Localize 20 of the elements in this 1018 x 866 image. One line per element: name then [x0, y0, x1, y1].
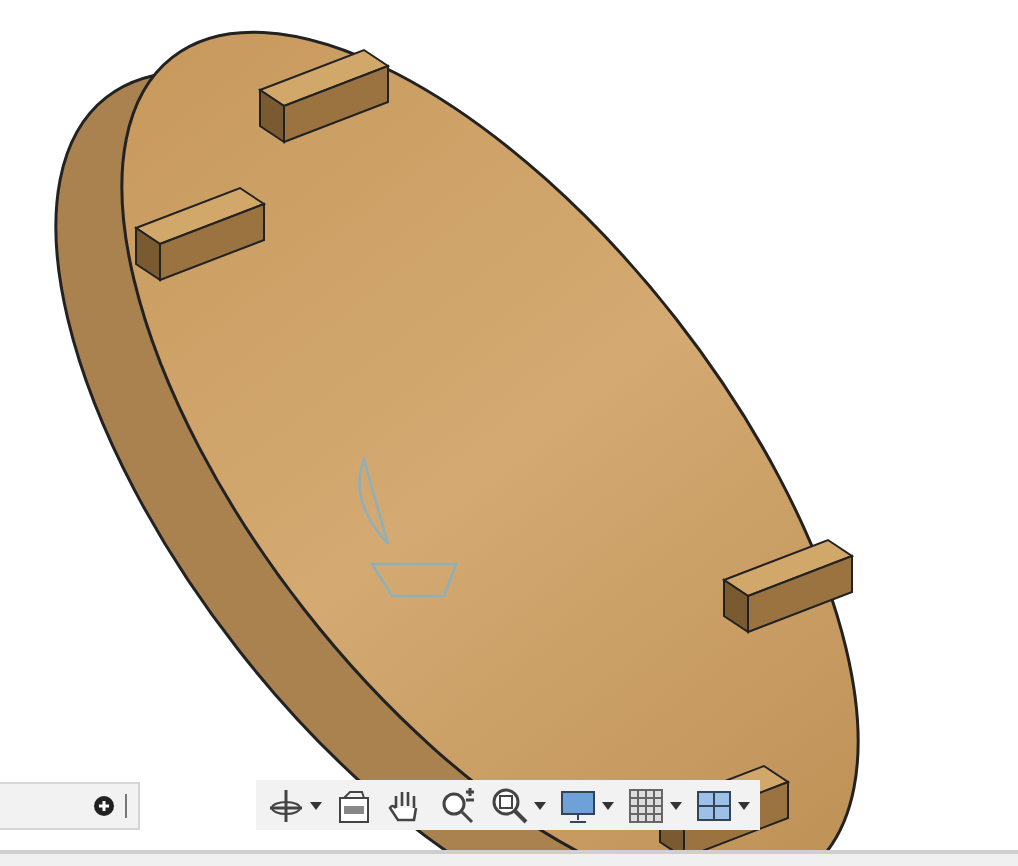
- orbit-icon: [266, 785, 306, 825]
- grid-button[interactable]: [624, 783, 684, 827]
- wooden-block-drawing: [257, 48, 391, 144]
- look-at-icon: [334, 785, 374, 825]
- zoom-fit-icon: [490, 785, 530, 825]
- wooden-block-drawing: [721, 538, 855, 634]
- add-icon[interactable]: [94, 796, 114, 816]
- caret-icon: [534, 801, 546, 809]
- resize-handle-icon[interactable]: [124, 794, 130, 818]
- caret-icon: [670, 801, 682, 809]
- caret-icon: [310, 801, 322, 809]
- grid-icon: [626, 785, 666, 825]
- fit-button[interactable]: [488, 783, 548, 827]
- zoom-icon: [438, 785, 478, 825]
- caret-icon: [602, 801, 614, 809]
- sailboat-sketch-icon: [358, 458, 458, 598]
- monitor-icon: [558, 785, 598, 825]
- wooden-block-drawing: [133, 186, 267, 282]
- viewports-icon: [694, 785, 734, 825]
- caret-icon: [738, 801, 750, 809]
